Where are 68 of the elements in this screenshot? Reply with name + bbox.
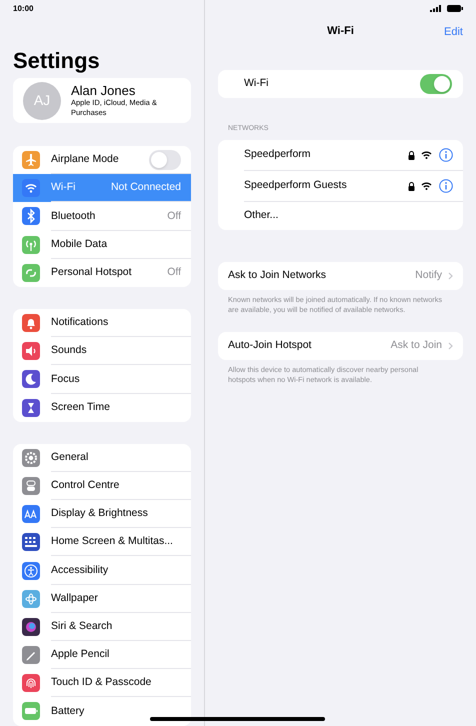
signal-icon [430, 5, 441, 12]
item-label: Wi-Fi [51, 180, 76, 196]
chevron-icon [448, 272, 453, 280]
item-label: Control Centre [51, 478, 120, 494]
wifi-icon [421, 182, 432, 190]
status-time: 10:00 [13, 3, 34, 14]
item-label: Airplane Mode [51, 152, 119, 168]
network-row[interactable]: Speedperform Guests [218, 170, 463, 202]
item-label: Bluetooth [51, 208, 96, 224]
settings-row[interactable]: Auto-Join Hotspot Ask to Join [218, 332, 463, 360]
row-label: Auto-Join Hotspot [228, 338, 312, 353]
sidebar-item[interactable]: Control Centre [13, 472, 191, 500]
wifi-icon [421, 151, 432, 159]
sidebar-item[interactable]: Display & Brightness [13, 500, 191, 528]
sidebar-item[interactable]: Personal Hotspot Off [13, 258, 191, 287]
item-label: Focus [51, 372, 80, 387]
sidebar-item[interactable]: General [13, 444, 191, 472]
network-row[interactable]: Speedperform [218, 140, 463, 170]
page-title: Settings [13, 48, 101, 74]
sidebar-item[interactable]: Siri & Search [13, 612, 191, 641]
row-value: Notify [415, 268, 442, 283]
info-icon[interactable] [439, 179, 453, 193]
item-value: Off [167, 264, 181, 280]
battery-icon [447, 5, 463, 12]
sidebar-item[interactable]: Bluetooth Off [13, 202, 191, 231]
sidebar-item[interactable]: Sounds [13, 337, 191, 366]
toggle-switch[interactable] [420, 74, 452, 94]
avatar: AJ [23, 82, 61, 120]
item-label: Personal Hotspot [51, 264, 132, 280]
item-label: Home Screen & Multitas... [51, 534, 173, 550]
item-label: Sounds [51, 343, 87, 358]
chevron-icon [448, 342, 453, 350]
item-label: Screen Time [51, 400, 110, 415]
item-value: Off [167, 208, 181, 224]
settings-row[interactable]: Ask to Join Networks Notify [218, 262, 463, 290]
profile-name: Alan Jones [71, 83, 136, 98]
wifi-label: Wi-Fi [244, 76, 268, 92]
item-label: General [51, 450, 88, 465]
sidebar-item[interactable]: Home Screen & Multitas... [13, 528, 191, 556]
item-label: Notifications [51, 315, 108, 330]
sidebar-item[interactable]: Wallpaper [13, 584, 191, 613]
network-name: Speedperform [244, 147, 312, 162]
sidebar-item[interactable]: Mobile Data [13, 230, 191, 259]
item-label: Display & Brightness [51, 506, 148, 522]
other-network-link[interactable]: Other... [244, 208, 278, 224]
sidebar-item[interactable]: Accessibility [13, 556, 191, 585]
network-name: Speedperform Guests [244, 178, 348, 194]
info-icon[interactable] [439, 148, 453, 162]
row-value: Ask to Join [390, 338, 442, 353]
sidebar-item[interactable]: Airplane Mode [13, 146, 191, 174]
sidebar-item[interactable]: Screen Time [13, 394, 191, 422]
nav-title: Wi-Fi [327, 24, 354, 39]
item-label: Siri & Search [51, 619, 112, 634]
item-label: Wallpaper [51, 590, 98, 606]
sidebar-item[interactable]: Notifications [13, 308, 191, 338]
item-label: Apple Pencil [51, 647, 110, 662]
sidebar-item[interactable]: Battery [13, 697, 191, 726]
sidebar-item[interactable]: Apple Pencil [13, 641, 191, 670]
item-label: Battery [51, 704, 84, 719]
row-label: Ask to Join Networks [228, 268, 328, 283]
sidebar-item[interactable]: Touch ID & Passcode [13, 669, 191, 698]
sidebar-item[interactable]: Focus [13, 365, 191, 394]
item-label: Mobile Data [51, 236, 108, 252]
edit-button[interactable]: Edit [444, 24, 463, 40]
item-label: Accessibility [51, 562, 108, 578]
item-value: Not Connected [110, 180, 181, 196]
toggle-switch[interactable] [149, 150, 181, 170]
item-label: Touch ID & Passcode [51, 675, 152, 690]
